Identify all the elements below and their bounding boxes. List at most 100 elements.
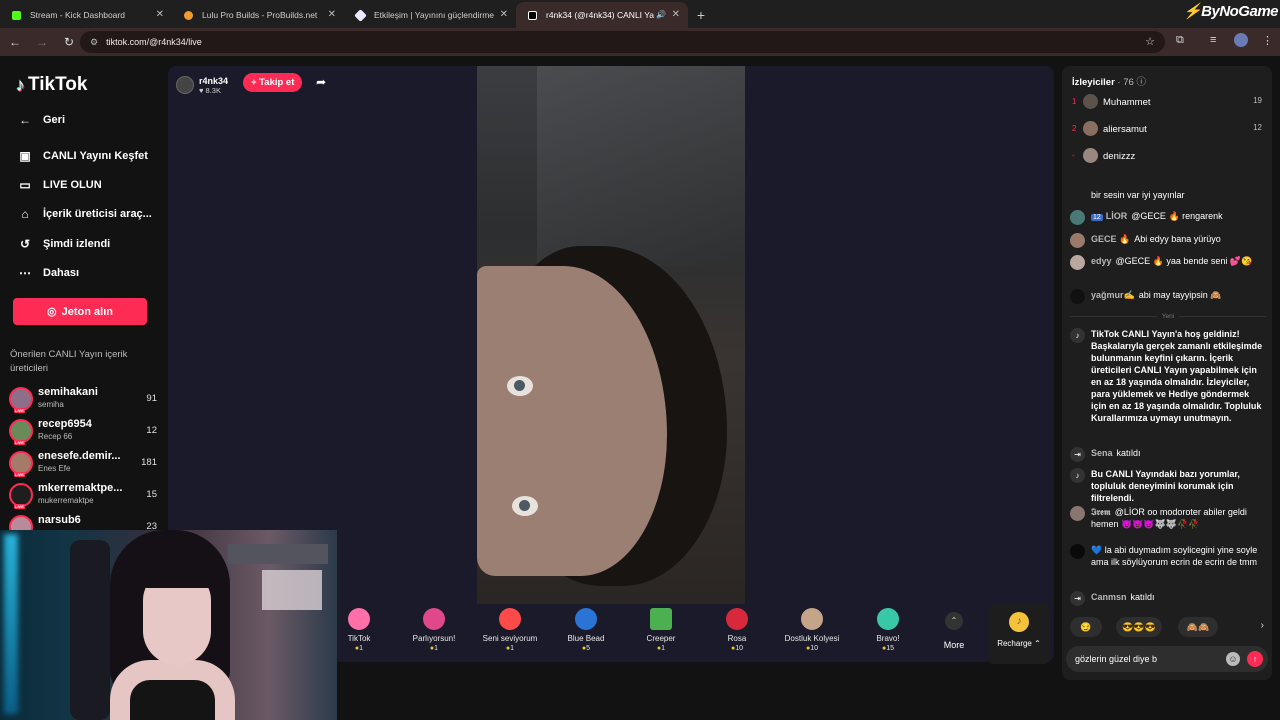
quick-reaction-button[interactable]: 🙈🙈 [1178,617,1218,637]
bynogame-watermark: ⚡ByNoGame [1182,3,1279,20]
gift-seni-seviyorum[interactable]: Seni seviyorum ●1 [474,606,546,662]
address-bar: ← → ↻ ⚙ tiktok.com/@r4nk34/live ☆ ⧉ ≡ ⋮ [0,28,1280,56]
chat-input-box[interactable]: ☺ ↑ [1066,646,1268,672]
browser-tab-kick[interactable]: Stream - Kick Dashboard ✕ [0,2,172,28]
speaker-icon[interactable]: 🔊 [656,10,666,19]
avatar[interactable] [1070,255,1085,270]
left-sidebar: ♪ TikTok ← Geri ▣ CANLI Yayını Keşfet ▭ … [0,56,168,541]
bynogame-logo-icon: ⚡ [1182,3,1202,20]
evil-eye-gift-icon [575,608,597,630]
close-tab-icon[interactable]: ✕ [156,9,164,20]
history-icon: ↺ [19,237,31,251]
browser-tab-bar: Stream - Kick Dashboard ✕ Lulu Pro Build… [0,0,1280,28]
streamer-webcam-overlay [0,530,337,720]
media-control-icon[interactable]: ≡ [1210,34,1216,46]
join-notice: ⇥ Canmsn katıldı [1070,591,1266,606]
close-tab-icon[interactable]: ✕ [328,9,336,20]
video-background [537,66,745,266]
quick-reactions: 😏 😎😎😎 🙈🙈 › [1070,617,1268,639]
host-avatar[interactable] [176,76,194,94]
browser-tab-probuilds[interactable]: Lulu Pro Builds - ProBuilds.net ✕ [172,2,344,28]
welcome-message: ♪ TikTok CANLI Yayın'a hoş geldiniz! Baş… [1070,328,1266,424]
live-tv-icon: ▣ [19,149,31,163]
creator-tools-icon: ⌂ [21,207,29,221]
sidebar-item-watch-history[interactable]: ↺ Şimdi izlendi [16,237,110,251]
webcam-poster [262,570,322,610]
tab-title: Etkileşim | Yayınını güçlendirme [374,10,495,20]
close-tab-icon[interactable]: ✕ [500,9,508,20]
tiktok-favicon-icon [528,11,537,20]
quick-reaction-button[interactable]: 😎😎😎 [1116,617,1162,637]
recharge-button[interactable]: ♪ Recharge ⌃ [988,604,1050,664]
sidebar-item-go-live[interactable]: ▭ LIVE OLUN [16,178,101,192]
gift-rosa[interactable]: Rosa ●10 [701,606,773,662]
love-gift-icon [499,608,521,630]
close-tab-icon[interactable]: ✕ [672,9,680,20]
avatar[interactable] [1070,544,1085,559]
avatar: LIVE [9,451,33,477]
gift-bravo[interactable]: Bravo! ●15 [852,606,924,662]
chat-message: bir sesin var iyi yayınlar [1091,190,1185,200]
gift-creeper[interactable]: Creeper ●1 [625,606,697,662]
gift-blue-bead[interactable]: Blue Bead ●5 [550,606,622,662]
more-gifts-button[interactable]: ⌃ More [940,612,968,650]
quick-reaction-button[interactable]: 😏 [1070,617,1102,637]
host-likes: ♥ 8.3K [199,85,221,95]
creator-item[interactable]: LIVE mkerremaktpe... mukerremaktpe 15 [9,480,159,509]
creator-item[interactable]: LIVE semihakani semiha 91 [9,384,159,413]
avatar [1083,121,1098,136]
top-viewer-row[interactable]: 2 aliersamut 12 [1070,121,1266,139]
coin-icon: ◎ [47,306,57,318]
get-coins-button[interactable]: ◎ Jeton alın [13,298,147,325]
site-info-icon[interactable]: ⚙ [90,37,98,48]
browser-tab-tiktok-live[interactable]: r4nk34 (@r4nk34) CANLI Ya 🔊 ✕ [516,2,688,28]
extensions-icon[interactable]: ⧉ [1176,34,1184,47]
send-button[interactable]: ↑ [1247,651,1263,667]
rose-gift-icon [726,608,748,630]
menu-kebab-icon[interactable]: ⋮ [1262,34,1273,47]
tiktok-logo[interactable]: ♪ TikTok [16,74,87,96]
chat-list[interactable]: bir sesin var iyi yayınlar 12 LİOR @GECE 🔥… [1062,178,1272,618]
url-field[interactable]: ⚙ tiktok.com/@r4nk34/live ☆ [80,31,1165,53]
chat-message: yağmur✍ abi may tayyipsin 🙈 [1070,289,1266,304]
sidebar-item-explore-live[interactable]: ▣ CANLI Yayını Keşfet [16,149,148,163]
emoji-picker-icon[interactable]: ☺ [1226,652,1240,666]
profile-avatar[interactable] [1234,33,1248,47]
tiktok-live-page: ♪ TikTok ← Geri ▣ CANLI Yayını Keşfet ▭ … [0,56,1280,720]
avatar[interactable] [1070,289,1085,304]
reload-button[interactable]: ↻ [57,30,81,54]
host-info[interactable]: r4nk34 ♥ 8.3K [176,74,228,96]
heart-gift-icon [423,608,445,630]
sidebar-item-more[interactable]: ⋯ Dahası [16,266,79,280]
info-icon[interactable]: ⓘ [1136,77,1146,88]
avatar[interactable] [1070,506,1085,521]
bookmark-star-icon[interactable]: ☆ [1145,35,1155,48]
share-icon[interactable]: ➦ [316,75,326,89]
top-viewer-row[interactable]: 1 Muhammet 19 [1070,94,1266,112]
avatar: LIVE [9,419,33,445]
viewers-header[interactable]: İzleyiciler · 76 ⓘ [1072,74,1146,88]
video-subject-iris [514,380,525,391]
avatar[interactable] [1070,233,1085,248]
new-tab-button[interactable]: + [688,2,714,28]
creator-item[interactable]: LIVE enesefe.demir... Enes Efe 181 [9,448,159,477]
camera-icon: ▭ [19,178,31,192]
chevron-right-icon[interactable]: › [1261,620,1264,631]
creator-item[interactable]: LIVE recep6954 Recep 66 12 [9,416,159,445]
top-viewer-row[interactable]: - denizzz [1070,148,1266,166]
forward-button[interactable]: → [30,30,54,54]
browser-tab-etkilesim[interactable]: Etkileşim | Yayınını güçlendirme ✕ [344,2,516,28]
gift-dostluk-kolyesi[interactable]: Dostluk Kolyesi ●10 [776,606,848,662]
back-button[interactable]: ← [3,30,27,54]
gift-parliyorsun[interactable]: Parlıyorsun! ●1 [398,606,470,662]
filter-notice: ♪ Bu CANLI Yayındaki bazı yorumlar, topl… [1070,468,1266,504]
tiktok-gift-icon [348,608,370,630]
chevron-up-icon: ⌃ [1034,639,1041,648]
chat-input[interactable] [1075,651,1225,667]
live-side-panel: İzleyiciler · 76 ⓘ 1 Muhammet 19 2 alier… [1062,66,1272,680]
live-video-frame[interactable] [477,66,745,604]
follow-button[interactable]: + Takip et [243,73,303,92]
sidebar-item-back[interactable]: ← Geri [16,113,65,127]
sidebar-item-creator-tools[interactable]: ⌂ İçerik üreticisi araç... [16,207,151,221]
avatar[interactable] [1070,210,1085,225]
